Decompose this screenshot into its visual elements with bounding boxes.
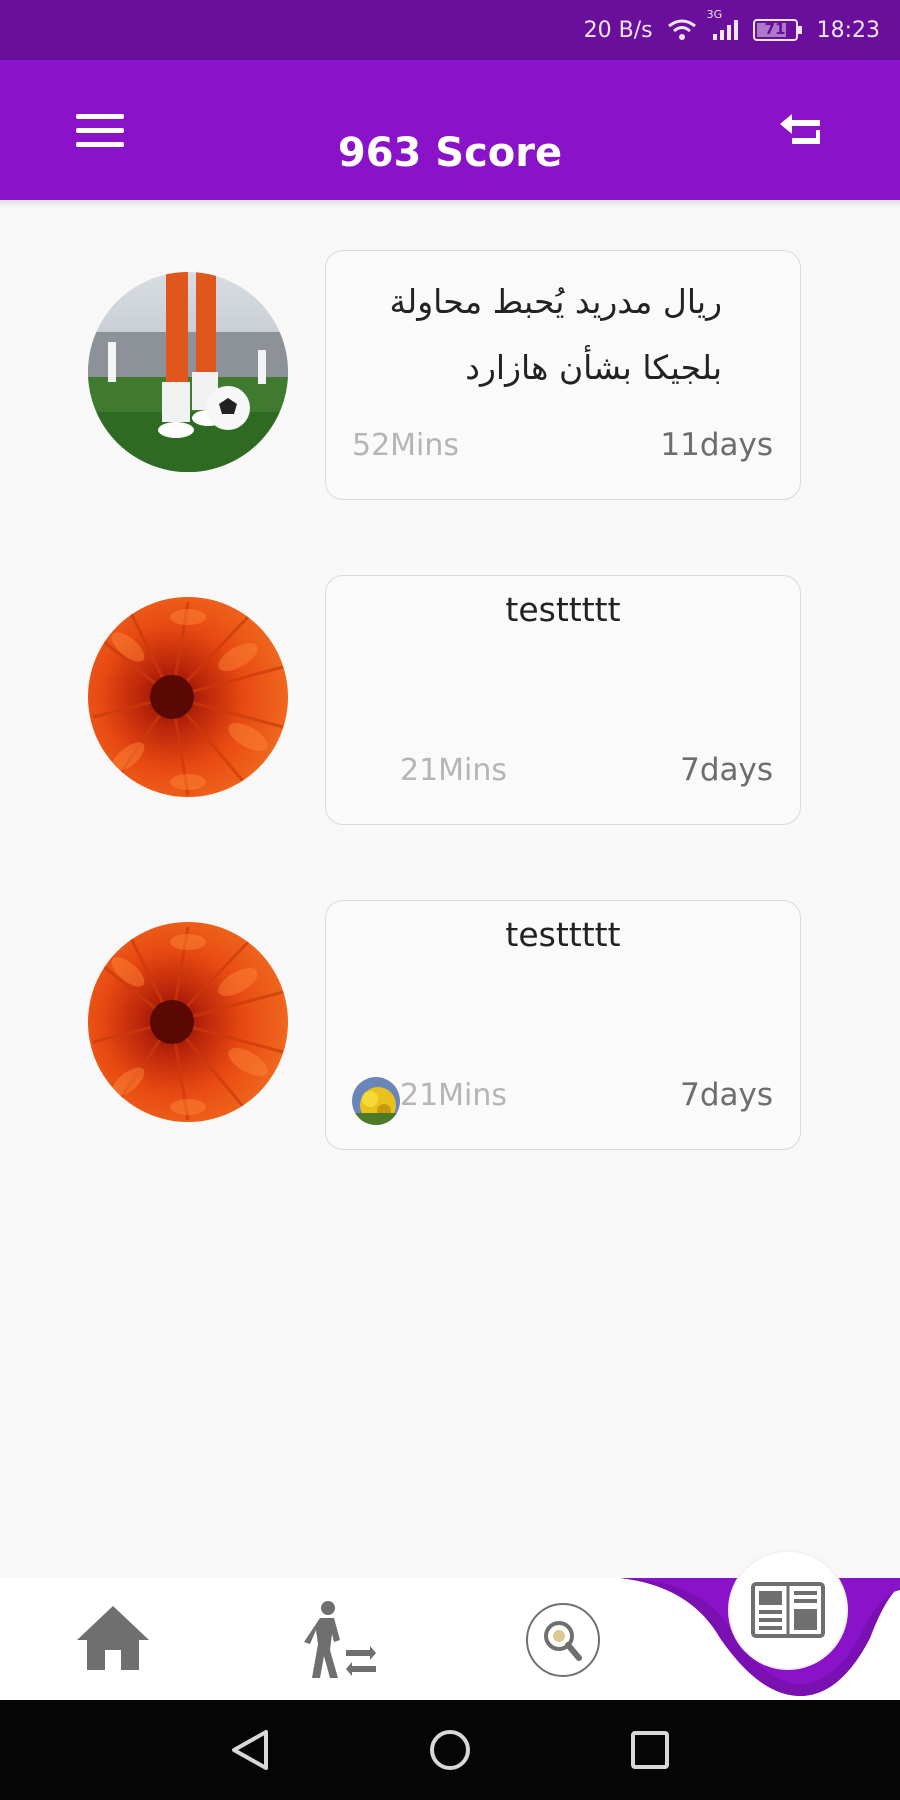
home-icon xyxy=(77,1606,149,1670)
bottom-navigation xyxy=(0,1552,900,1700)
signal-icon: 3G xyxy=(707,8,739,42)
nav-home[interactable] xyxy=(75,1604,151,1672)
app-bar: 963 Score xyxy=(0,60,900,200)
nav-search[interactable] xyxy=(525,1602,601,1678)
soccer-player-photo xyxy=(88,272,288,472)
orange-flower-photo xyxy=(88,597,288,797)
news-thumbnail xyxy=(88,272,288,472)
news-time-ago: 11days xyxy=(660,427,773,463)
wifi-icon xyxy=(667,18,697,42)
author-avatar xyxy=(352,1077,400,1125)
back-button[interactable] xyxy=(776,112,828,156)
news-title: testtttt xyxy=(505,915,621,954)
battery-icon: 71 xyxy=(752,18,803,42)
news-time-ago: 7days xyxy=(680,752,773,788)
transfers-icon xyxy=(304,1601,376,1678)
home-circle-icon xyxy=(430,1730,470,1770)
app-bar-shadow xyxy=(0,200,900,208)
news-item[interactable]: testtttt 21Mins 7days xyxy=(0,575,900,825)
news-title: ريال مدريد يُحبط محاولة بلجيكا بشأن هازا… xyxy=(389,282,722,387)
news-item[interactable]: testtttt 21Mins 7days xyxy=(0,900,900,1150)
clock: 18:23 xyxy=(816,17,880,43)
news-item[interactable]: ريال مدريد يُحبط محاولة بلجيكا بشأن هازا… xyxy=(0,250,900,500)
news-title: testtttt xyxy=(505,590,621,629)
news-card[interactable]: testtttt 21Mins 7days xyxy=(325,575,801,825)
news-duration: 21Mins xyxy=(400,753,508,788)
orange-flower-photo xyxy=(88,922,288,1122)
news-time-ago: 7days xyxy=(680,1077,773,1113)
search-icon xyxy=(526,1603,600,1677)
back-triangle-icon xyxy=(232,1730,268,1770)
yellow-flower-photo xyxy=(352,1077,400,1125)
system-navigation-bar xyxy=(0,1700,900,1800)
recents-square-icon xyxy=(631,1731,669,1769)
news-duration: 21Mins xyxy=(400,1078,508,1113)
news-thumbnail xyxy=(88,597,288,797)
news-card[interactable]: testtttt 21Mins 7days xyxy=(325,900,801,1150)
nav-news[interactable] xyxy=(730,1552,846,1668)
nav-transfers[interactable] xyxy=(300,1600,376,1680)
news-icon xyxy=(751,1582,825,1638)
system-back-button[interactable] xyxy=(228,1728,272,1777)
system-home-button[interactable] xyxy=(428,1728,472,1777)
news-thumbnail xyxy=(88,922,288,1122)
network-speed: 20 B/s xyxy=(583,17,653,43)
news-duration: 52Mins xyxy=(352,428,460,463)
battery-level: 71 xyxy=(764,20,786,38)
return-arrow-icon xyxy=(780,114,820,144)
status-bar: 20 B/s 3G 71 18:23 xyxy=(0,0,900,60)
news-card[interactable]: ريال مدريد يُحبط محاولة بلجيكا بشأن هازا… xyxy=(325,250,801,500)
system-recents-button[interactable] xyxy=(628,1728,672,1777)
menu-icon-line xyxy=(76,114,124,119)
app-title: 963 Score xyxy=(337,130,563,176)
network-type: 3G xyxy=(706,8,723,21)
